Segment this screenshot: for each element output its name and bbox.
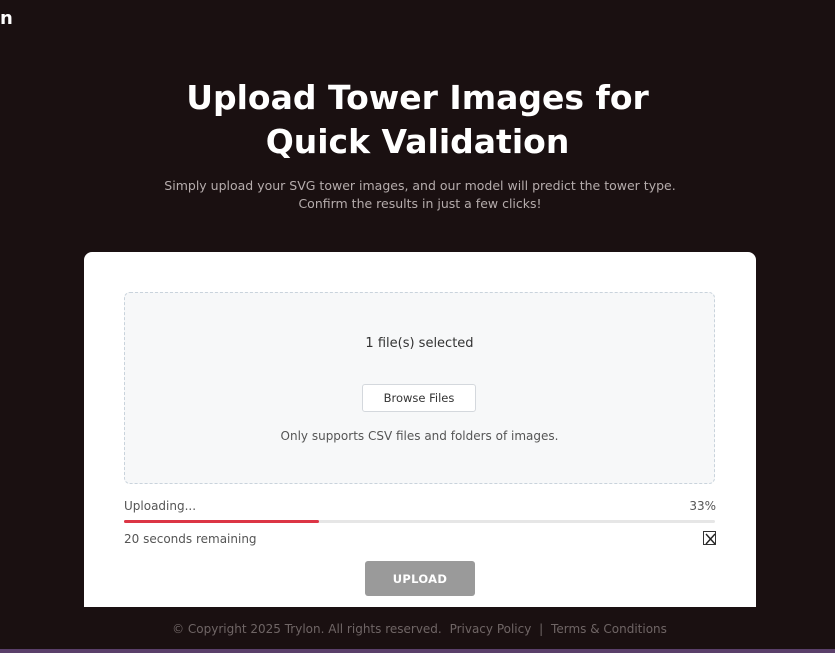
browse-files-button[interactable]: Browse Files [362, 384, 476, 412]
upload-button[interactable]: UPLOAD [365, 561, 475, 596]
cancel-upload-button[interactable] [703, 531, 716, 545]
close-icon [705, 533, 716, 545]
supported-formats-note: Only supports CSV files and folders of i… [280, 429, 559, 443]
footer: © Copyright 2025 Trylon. All rights rese… [0, 621, 835, 637]
page-subtitle-line-2: Confirm the results in just a few clicks… [298, 196, 542, 211]
terms-conditions-link[interactable]: Terms & Conditions [551, 622, 667, 636]
privacy-policy-link[interactable]: Privacy Policy [450, 622, 532, 636]
upload-progress-percent: 33% [689, 499, 716, 513]
files-selected-text: 1 file(s) selected [365, 336, 474, 351]
time-remaining-text: 20 seconds remaining [124, 532, 257, 546]
page-title: Upload Tower Images for Quick Validation [0, 76, 835, 164]
page: n Upload Tower Images for Quick Validati… [0, 0, 835, 653]
upload-status-label: Uploading... [124, 499, 197, 513]
footer-separator: | [539, 622, 544, 636]
page-subtitle-line-1: Simply upload your SVG tower images, and… [164, 178, 676, 193]
brand-logo[interactable]: n [0, 8, 13, 30]
page-subtitle: Simply upload your SVG tower images, and… [0, 177, 835, 213]
upload-progress-fill [124, 520, 320, 523]
upload-progress-bar [124, 520, 715, 523]
upload-card: 1 file(s) selected Browse Files Only sup… [84, 252, 756, 607]
page-title-line-2: Quick Validation [265, 122, 570, 161]
footer-copyright: © Copyright 2025 Trylon. All rights rese… [172, 622, 442, 636]
page-title-line-1: Upload Tower Images for [186, 78, 649, 117]
bottom-accent-strip [0, 649, 835, 653]
file-dropzone[interactable]: 1 file(s) selected Browse Files Only sup… [124, 292, 715, 484]
